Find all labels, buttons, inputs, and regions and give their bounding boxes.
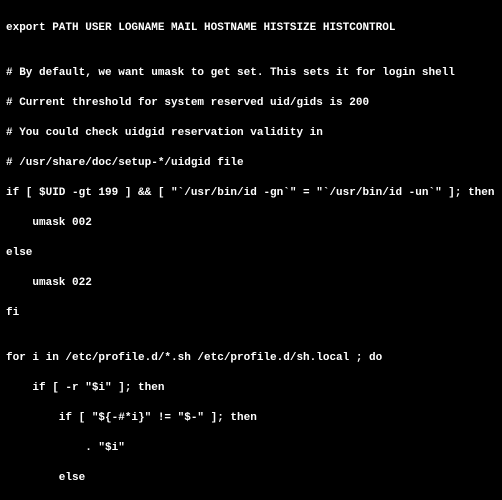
code-line: umask 002 bbox=[6, 216, 498, 231]
code-line: if [ "${-#*i}" != "$-" ]; then bbox=[6, 411, 498, 426]
terminal-screen[interactable]: export PATH USER LOGNAME MAIL HOSTNAME H… bbox=[0, 0, 502, 500]
code-line: umask 022 bbox=[6, 276, 498, 291]
code-line: # You could check uidgid reservation val… bbox=[6, 126, 498, 141]
code-line: . "$i" bbox=[6, 441, 498, 456]
code-line: # By default, we want umask to get set. … bbox=[6, 66, 498, 81]
code-line: else bbox=[6, 246, 498, 261]
code-line: if [ $UID -gt 199 ] && [ "`/usr/bin/id -… bbox=[6, 186, 498, 201]
code-line: else bbox=[6, 471, 498, 486]
code-line: fi bbox=[6, 306, 498, 321]
code-line: if [ -r "$i" ]; then bbox=[6, 381, 498, 396]
code-line: export PATH USER LOGNAME MAIL HOSTNAME H… bbox=[6, 21, 498, 36]
code-line: # /usr/share/doc/setup-*/uidgid file bbox=[6, 156, 498, 171]
code-line: for i in /etc/profile.d/*.sh /etc/profil… bbox=[6, 351, 498, 366]
code-line: # Current threshold for system reserved … bbox=[6, 96, 498, 111]
